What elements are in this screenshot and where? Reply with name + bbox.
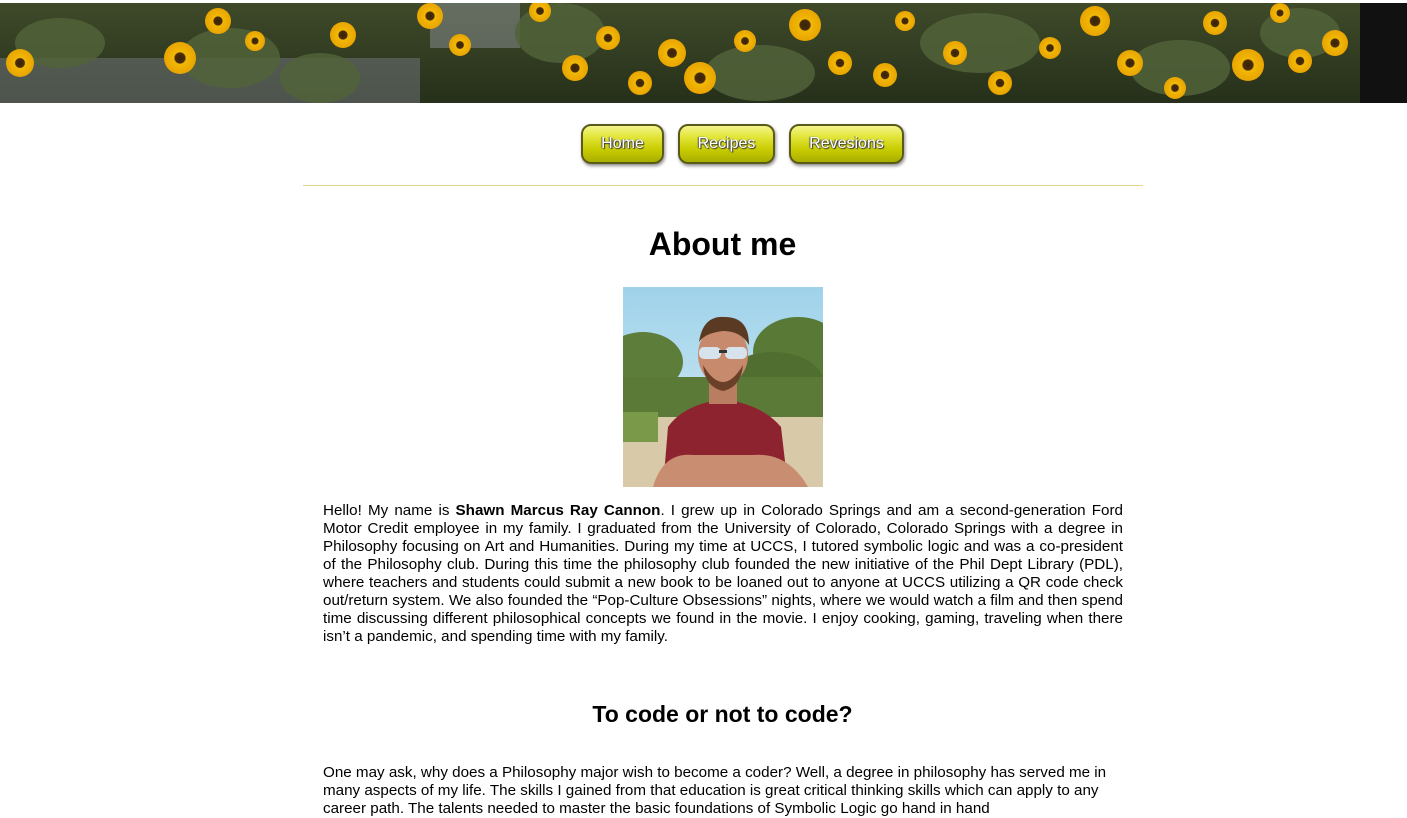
profile-photo [623,287,823,487]
nav-recipes-button[interactable]: Recipes [678,124,775,164]
page-title: About me [648,226,797,262]
nav-home-button[interactable]: Home [581,124,664,164]
main-nav: Home Recipes Revesions [0,124,1407,164]
nav-divider [303,185,1143,186]
about-paragraph: Hello! My name is Shawn Marcus Ray Canno… [323,502,1123,645]
nav-revisions-button[interactable]: Revesions [789,124,904,164]
code-paragraph: One may ask, why does a Philosophy major… [323,764,1107,817]
sunflower-banner-image [0,3,1407,103]
section-title-code: To code or not to code? [592,701,853,727]
author-name: Shawn Marcus Ray Cannon [455,502,661,519]
sunflower-banner [0,3,1407,103]
